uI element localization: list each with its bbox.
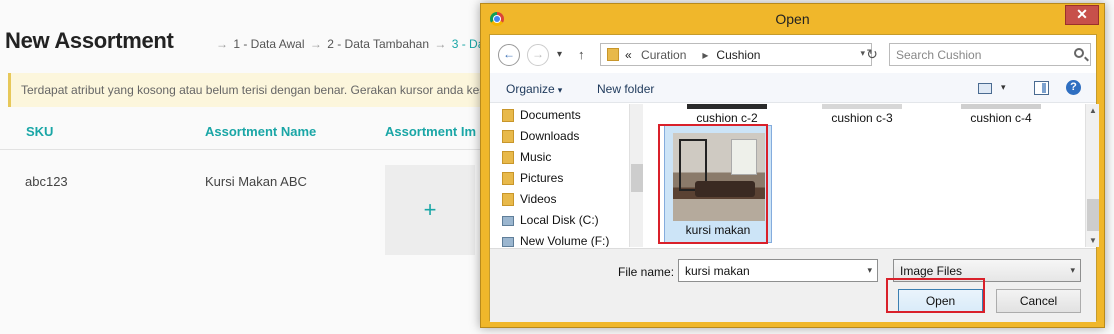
arrow-right-icon: →	[309, 37, 322, 51]
file-list-scrollbar[interactable]: ▲ ▼	[1085, 104, 1099, 247]
search-input[interactable]: Search Cushion	[889, 43, 1091, 66]
dialog-titlebar[interactable]: Open ✕	[481, 4, 1104, 34]
breadcrumb-step-1[interactable]: 1 - Data Awal	[233, 37, 304, 51]
refresh-icon[interactable]: ↻	[861, 43, 883, 66]
add-image-button[interactable]: +	[385, 165, 475, 255]
search-icon	[1074, 48, 1084, 58]
preview-pane-icon[interactable]	[1034, 81, 1049, 95]
dialog-title: Open	[775, 11, 810, 27]
address-bar[interactable]: « Curation ▸ Cushion ▾	[600, 43, 872, 66]
music-folder-icon	[502, 151, 514, 164]
file-item-cushion-c-2[interactable]: cushion c-2	[672, 104, 782, 125]
new-folder-button[interactable]: New folder	[597, 82, 654, 96]
cell-assortment-name: Kursi Makan ABC	[205, 174, 307, 189]
downloads-folder-icon	[502, 130, 514, 143]
pictures-folder-icon	[502, 172, 514, 185]
file-item-cushion-c-4[interactable]: cushion c-4	[946, 104, 1056, 125]
nav-item-pictures[interactable]: Pictures	[502, 168, 563, 189]
file-name-field[interactable]: kursi makan ▾	[678, 259, 878, 282]
file-item-cushion-c-3[interactable]: cushion c-3	[807, 104, 917, 125]
chevron-down-icon[interactable]: ▾	[867, 265, 872, 276]
address-bar-row: ← → ▾ ↑ « Curation ▸ Cushion ▾ ↻ Search Cu…	[490, 35, 1096, 72]
nav-item-downloads[interactable]: Downloads	[502, 126, 579, 147]
dialog-body: ← → ▾ ↑ « Curation ▸ Cushion ▾ ↻ Search Cu…	[489, 34, 1099, 322]
address-segment-curation[interactable]: Curation	[641, 48, 686, 62]
file-name-label: File name:	[618, 265, 675, 279]
image-thumbnail	[961, 104, 1041, 109]
folder-icon	[607, 48, 619, 61]
cell-sku: abc123	[25, 174, 68, 189]
organize-menu[interactable]: Organize ▾	[506, 82, 562, 96]
warning-alert: Terdapat atribut yang kosong atau belum …	[8, 73, 488, 107]
scrollbar-thumb[interactable]	[1087, 199, 1099, 231]
table-header: SKU Assortment Name Assortment Im	[0, 116, 490, 150]
image-thumbnail	[822, 104, 902, 109]
image-thumbnail	[687, 104, 767, 109]
drive-icon	[502, 216, 514, 226]
nav-pane-scrollbar[interactable]	[629, 104, 643, 247]
dialog-toolbar: Organize ▾ New folder ▾ ?	[490, 73, 1096, 103]
chevron-down-icon: ▾	[557, 85, 563, 95]
chevron-down-icon: ▾	[1070, 265, 1075, 275]
nav-item-new-volume-f[interactable]: New Volume (F:)	[502, 231, 609, 247]
up-icon[interactable]: ↑	[578, 47, 585, 62]
scrollbar-thumb[interactable]	[631, 164, 643, 192]
chevron-right-icon: ▸	[702, 48, 709, 62]
column-header-assortment-image: Assortment Im	[385, 124, 477, 139]
back-icon[interactable]: ←	[498, 44, 520, 66]
dialog-footer: File name: kursi makan ▾ Image Files ▾ O…	[490, 248, 1096, 322]
help-icon[interactable]: ?	[1066, 80, 1081, 95]
column-header-sku: SKU	[26, 124, 54, 139]
scroll-up-icon[interactable]: ▲	[1089, 106, 1097, 115]
column-header-assortment-name: Assortment Name	[205, 124, 317, 139]
nav-item-local-disk-c[interactable]: Local Disk (C:)	[502, 210, 599, 231]
arrow-right-icon: →	[434, 37, 447, 51]
drive-icon	[502, 237, 514, 247]
breadcrumb: → 1 - Data Awal → 2 - Data Tambahan → 3 …	[214, 37, 494, 51]
recent-locations-dropdown-icon[interactable]: ▾	[557, 49, 562, 60]
videos-folder-icon	[502, 193, 514, 206]
breadcrumb-step-2[interactable]: 2 - Data Tambahan	[327, 37, 429, 51]
plus-icon: +	[423, 197, 437, 222]
nav-item-videos[interactable]: Videos	[502, 189, 556, 210]
page-title: New Assortment	[5, 28, 174, 53]
nav-item-music[interactable]: Music	[502, 147, 551, 168]
navigation-pane: Documents Downloads Music Pictures Video…	[490, 104, 643, 247]
cancel-button[interactable]: Cancel	[996, 289, 1081, 313]
scroll-down-icon[interactable]: ▼	[1089, 236, 1097, 245]
address-segment-cushion[interactable]: Cushion	[716, 48, 760, 62]
documents-folder-icon	[502, 109, 514, 122]
view-options-dropdown-icon[interactable]: ▾	[1001, 82, 1006, 93]
nav-item-documents[interactable]: Documents	[502, 105, 581, 126]
change-view-icon[interactable]	[978, 83, 992, 94]
open-file-dialog: Open ✕ ← → ▾ ↑ « Curation ▸ Cushion ▾ ↻ Se…	[480, 3, 1105, 328]
arrow-right-icon: →	[216, 37, 228, 51]
forward-icon[interactable]: →	[527, 44, 549, 66]
address-prefix[interactable]: «	[625, 48, 632, 62]
search-placeholder: Search Cushion	[896, 48, 982, 62]
highlight-box-selected-file	[658, 124, 768, 244]
close-button[interactable]: ✕	[1065, 5, 1099, 25]
highlight-box-open-button	[886, 278, 985, 313]
